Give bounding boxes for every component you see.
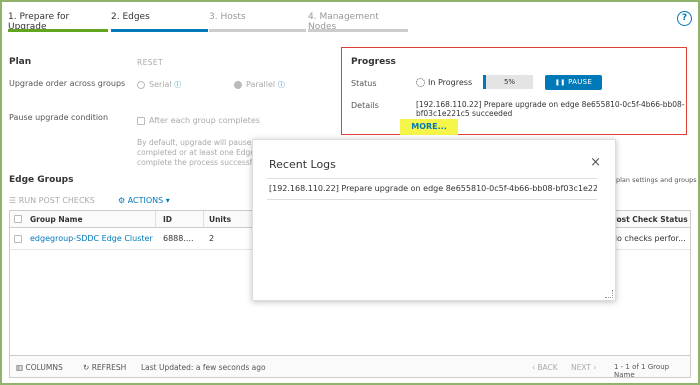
more-link[interactable]: MORE... bbox=[400, 119, 458, 135]
after-group-label: After each group completes bbox=[149, 116, 260, 125]
next-button[interactable]: NEXT › bbox=[571, 363, 596, 372]
step-hosts-label: 3. Hosts bbox=[209, 12, 246, 22]
pause-button[interactable]: ❚❚ PAUSE bbox=[545, 75, 602, 90]
refresh-button[interactable]: ↻ REFRESH bbox=[83, 363, 126, 372]
log-entry: [192.168.110.22] Prepare upgrade on edge… bbox=[267, 178, 597, 200]
pause-condition-label: Pause upgrade condition bbox=[9, 113, 109, 122]
group-id: 6888.... bbox=[163, 234, 194, 243]
back-label: BACK bbox=[537, 363, 558, 372]
help-icon[interactable]: ? bbox=[677, 11, 692, 26]
pause-icon: ❚❚ bbox=[554, 79, 566, 86]
progress-bar: 5% bbox=[483, 75, 533, 89]
actions-menu[interactable]: ⚙ ACTIONS ▾ bbox=[118, 196, 170, 205]
details-text: [192.168.110.22] Prepare upgrade on edge… bbox=[416, 100, 685, 118]
parallel-label: Parallel bbox=[246, 80, 276, 89]
refresh-icon: ↻ bbox=[83, 363, 90, 372]
run-post-checks-label: RUN POST CHECKS bbox=[18, 196, 95, 205]
col-post-check[interactable]: Post Check Status bbox=[611, 215, 688, 224]
close-icon[interactable]: × bbox=[590, 155, 601, 170]
pause-description-line-2: completed or at least one Edge bbox=[137, 148, 255, 157]
upgrade-order-label: Upgrade order across groups bbox=[9, 79, 126, 88]
after-group-checkbox[interactable] bbox=[137, 116, 145, 125]
serial-label: Serial bbox=[149, 80, 172, 89]
status-value: In Progress bbox=[416, 78, 472, 87]
refresh-label: REFRESH bbox=[91, 363, 127, 372]
col-divider bbox=[155, 211, 156, 228]
resize-handle[interactable] bbox=[605, 290, 613, 298]
chevron-down-icon: ▾ bbox=[165, 196, 170, 205]
next-label: NEXT bbox=[571, 363, 591, 372]
col-group-name[interactable]: Group Name bbox=[30, 215, 83, 224]
parallel-radio[interactable] bbox=[234, 80, 242, 89]
post-check-status: No checks perfor... bbox=[611, 234, 686, 243]
plan-title: Plan bbox=[9, 57, 32, 67]
columns-icon: ▥ bbox=[16, 363, 24, 372]
columns-button[interactable]: ▥ COLUMNS bbox=[16, 363, 63, 372]
pause-description-line-1: By default, upgrade will pause a bbox=[137, 138, 257, 147]
right-note: plan settings and groups bbox=[616, 176, 697, 184]
reset-button[interactable]: RESET bbox=[137, 58, 163, 67]
back-button[interactable]: ‹ BACK bbox=[532, 363, 558, 372]
step-edges-label: 2. Edges bbox=[111, 12, 150, 22]
progress-title: Progress bbox=[351, 57, 396, 67]
spinner-icon bbox=[416, 78, 425, 87]
serial-info-icon[interactable]: ⓘ bbox=[174, 81, 181, 89]
status-text: In Progress bbox=[428, 78, 473, 87]
pagination-count: 1 - 1 of 1 Group Name bbox=[614, 363, 670, 379]
details-label: Details bbox=[351, 101, 379, 110]
details-line-2: bf03c1e221c5 succeeded bbox=[416, 109, 513, 118]
recent-logs-modal: Recent Logs × [192.168.110.22] Prepare u… bbox=[252, 139, 616, 301]
parallel-info-icon[interactable]: ⓘ bbox=[278, 81, 285, 89]
status-label: Status bbox=[351, 79, 377, 88]
col-units[interactable]: Units bbox=[209, 215, 231, 224]
serial-radio[interactable] bbox=[137, 80, 145, 89]
run-checks-icon: ☰ bbox=[9, 196, 17, 205]
gear-icon: ⚙ bbox=[118, 196, 126, 205]
modal-title: Recent Logs bbox=[269, 158, 336, 171]
table-footer: ▥ COLUMNS ↻ REFRESH Last Updated: a few … bbox=[9, 356, 691, 379]
details-line-1: [192.168.110.22] Prepare upgrade on edge… bbox=[416, 100, 685, 109]
step-prepare[interactable]: 1. Prepare for Upgrade bbox=[8, 8, 108, 32]
edge-groups-title: Edge Groups bbox=[9, 175, 74, 185]
group-name-link[interactable]: edgegroup-SDDC Edge Cluster bbox=[30, 234, 153, 243]
step-prepare-bar bbox=[8, 29, 108, 32]
pause-description-line-3: complete the process successfu bbox=[137, 158, 257, 167]
chevron-left-icon: ‹ bbox=[532, 363, 535, 372]
parallel-option[interactable]: Parallel ⓘ bbox=[234, 80, 285, 90]
wizard-steps: 1. Prepare for Upgrade 2. Edges 3. Hosts… bbox=[5, 8, 695, 32]
after-group-option[interactable]: After each group completes bbox=[137, 116, 260, 125]
step-hosts-bar bbox=[209, 29, 306, 32]
pause-button-label: PAUSE bbox=[568, 78, 593, 86]
row-checkbox[interactable] bbox=[14, 235, 22, 243]
chevron-right-icon: › bbox=[593, 363, 597, 372]
columns-label: COLUMNS bbox=[25, 363, 63, 372]
step-management-nodes[interactable]: 4. Management Nodes bbox=[308, 8, 408, 32]
col-divider bbox=[203, 211, 204, 228]
select-all-checkbox[interactable] bbox=[14, 215, 22, 223]
run-post-checks-button[interactable]: ☰ RUN POST CHECKS bbox=[9, 196, 95, 205]
actions-label: ACTIONS bbox=[127, 196, 164, 205]
step-hosts[interactable]: 3. Hosts bbox=[209, 8, 306, 32]
serial-option[interactable]: Serial ⓘ bbox=[137, 80, 181, 90]
col-id[interactable]: ID bbox=[163, 215, 172, 224]
step-management-nodes-bar bbox=[308, 29, 408, 32]
step-edges[interactable]: 2. Edges bbox=[111, 8, 208, 32]
group-units: 2 bbox=[209, 234, 215, 243]
last-updated: Last Updated: a few seconds ago bbox=[141, 363, 266, 372]
pause-description: By default, upgrade will pause a complet… bbox=[137, 138, 257, 168]
step-edges-bar bbox=[111, 29, 208, 32]
